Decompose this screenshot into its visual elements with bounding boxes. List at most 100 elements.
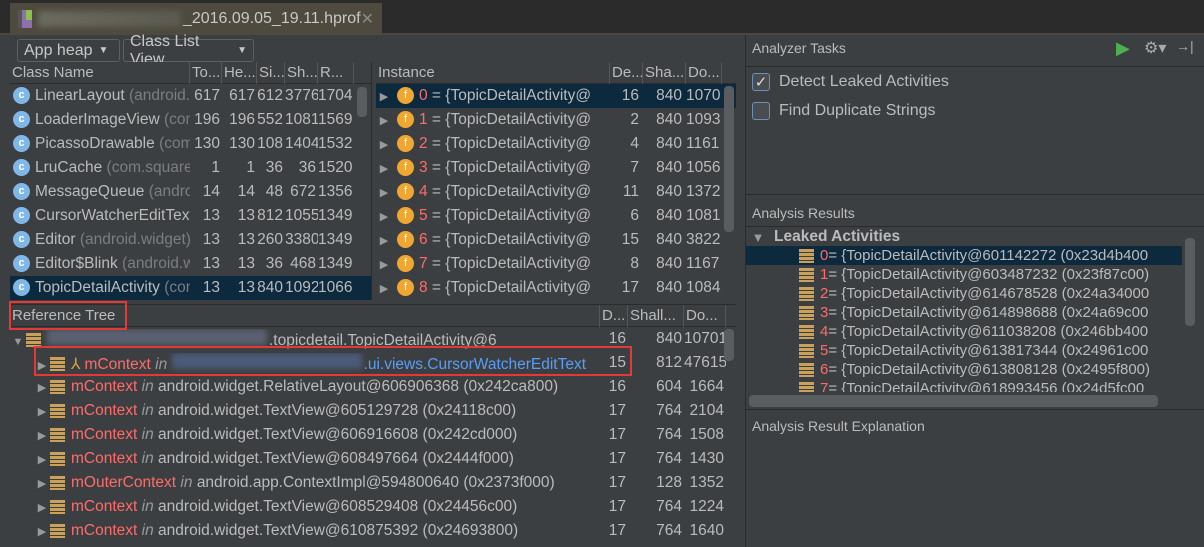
column-header[interactable]: Sh... xyxy=(285,62,318,84)
instance-name-cell: ▶ f 4 = {TopicDetailActivity@ xyxy=(376,183,610,201)
reference-row[interactable]: ▶ mContext in android.widget.TextView@605… xyxy=(10,399,736,423)
reference-row[interactable]: ▶ mContext in android.widget.TextView@608… xyxy=(10,495,736,519)
field-icon: f xyxy=(397,135,414,153)
class-row[interactable]: c Editor (android.widget) 13 13 260 3380 1349 xyxy=(10,228,371,252)
instance-row[interactable]: ▶ f 5 = {TopicDetailActivity@ 6 840 1081 xyxy=(376,204,736,228)
instance-value: 840 xyxy=(656,159,682,176)
instance-row[interactable]: ▶ f 0 = {TopicDetailActivity@ 16 840 1070 xyxy=(376,84,736,108)
referencing-object: android.widget.TextView@608497664 (0x244… xyxy=(158,450,514,467)
checkbox-checked[interactable]: ✓ xyxy=(752,72,770,91)
column-header[interactable]: Do... xyxy=(684,305,726,327)
result-label: = {TopicDetailActivity@601142272 (0x23d4… xyxy=(828,247,1149,264)
instance-index: 2 xyxy=(419,135,428,152)
class-row[interactable]: cTopicDetailActivity (com...)13138401092… xyxy=(10,276,371,300)
analysis-results-title: Analysis Results xyxy=(752,205,855,221)
column-header[interactable]: De... xyxy=(610,62,643,84)
expanded-triangle-icon[interactable]: ▼ xyxy=(750,230,766,245)
expand-triangle-icon[interactable]: ▶ xyxy=(376,282,392,295)
collapse-triangle-icon[interactable]: ▼ xyxy=(10,336,26,348)
column-header[interactable]: Instance xyxy=(376,62,610,84)
column-header[interactable]: Do... xyxy=(686,62,722,84)
chevron-down-icon: ▼ xyxy=(237,45,247,56)
class-package: (android.widget) xyxy=(128,87,190,104)
class-list-scrollbar[interactable] xyxy=(357,87,367,117)
instance-row[interactable]: ▶ f 1 = {TopicDetailActivity@ 2 840 1093 xyxy=(376,108,736,132)
instance-row[interactable]: ▶ f 3 = {TopicDetailActivity@ 7 840 1056 xyxy=(376,156,736,180)
view-select[interactable]: Class List View ▼ xyxy=(123,33,254,68)
expand-triangle-icon[interactable]: ▶ xyxy=(376,258,392,271)
expand-triangle-icon[interactable]: ▶ xyxy=(34,501,50,514)
leaked-activity-row[interactable]: 7 = {TopicDetailActivity@618993456 (0x24… xyxy=(746,379,1182,392)
reference-tree-scrollbar[interactable] xyxy=(724,329,734,361)
column-header[interactable]: To... xyxy=(190,62,222,84)
column-header[interactable]: D... xyxy=(600,305,628,327)
expand-triangle-icon[interactable]: ▶ xyxy=(376,114,392,127)
heap-select[interactable]: App heap ▼ xyxy=(17,39,120,62)
leaked-activity-row[interactable]: 2 = {TopicDetailActivity@614678528 (0x24… xyxy=(746,284,1182,303)
reference-row[interactable]: ▶ mContext in android.widget.TextView@608… xyxy=(10,447,736,471)
instance-row[interactable]: ▶ f 8 = {TopicDetailActivity@ 17 840 1084 xyxy=(376,276,736,300)
reference-row[interactable]: ▶ mContext in android.widget.TextView@610… xyxy=(10,519,736,542)
expand-triangle-icon[interactable]: ▶ xyxy=(376,234,392,247)
column-header[interactable]: R... xyxy=(318,62,354,84)
instance-row[interactable]: ▶ f 7 = {TopicDetailActivity@ 8 840 1167 xyxy=(376,252,736,276)
column-header[interactable]: Shall... xyxy=(628,305,684,327)
results-scrollbar-v[interactable] xyxy=(1185,238,1195,326)
expand-triangle-icon[interactable]: ▶ xyxy=(376,186,392,199)
leaked-activities-group[interactable]: ▼ Leaked Activities xyxy=(750,227,901,247)
checkbox-unchecked[interactable] xyxy=(752,101,770,120)
instance-value: 840 xyxy=(656,135,682,152)
instance-icon xyxy=(799,286,814,301)
expand-triangle-icon[interactable]: ▶ xyxy=(376,138,392,151)
hide-panel-icon[interactable]: →| xyxy=(1176,38,1194,54)
leaked-activity-row[interactable]: 0 = {TopicDetailActivity@601142272 (0x23… xyxy=(746,246,1182,265)
column-header[interactable]: Sha... xyxy=(643,62,686,84)
instance-scrollbar[interactable] xyxy=(724,86,734,232)
analyzer-task[interactable]: Find Duplicate Strings xyxy=(752,96,949,125)
leaked-activity-row[interactable]: 5 = {TopicDetailActivity@613817344 (0x24… xyxy=(746,341,1182,360)
class-row[interactable]: c MessageQueue (android.os) 14 14 48 6721356 xyxy=(10,180,371,204)
expand-triangle-icon[interactable]: ▶ xyxy=(376,210,392,223)
reference-row[interactable]: ▶ mContext in android.widget.RelativeLayo… xyxy=(10,375,736,399)
class-row[interactable]: c Editor$Blink (android.widget) 13 13 36 4681… xyxy=(10,252,371,276)
class-row[interactable]: c CursorWatcherEditText 13 13 812 1055 1349 xyxy=(10,204,371,228)
reference-row[interactable]: ▶ mOuterContext in android.app.ContextImp… xyxy=(10,471,736,495)
class-row[interactable]: cLruCache (com.square...)1136361520 xyxy=(10,156,371,180)
leaked-activity-row[interactable]: 6 = {TopicDetailActivity@613808128 (0x24… xyxy=(746,360,1182,379)
leaked-activity-row[interactable]: 1 = {TopicDetailActivity@603487232 (0x23… xyxy=(746,265,1182,284)
instance-row[interactable]: ▶ f 2 = {TopicDetailActivity@ 4 840 1161 xyxy=(376,132,736,156)
analyzer-task[interactable]: ✓ Detect Leaked Activities xyxy=(752,67,949,96)
results-scrollbar-h[interactable] xyxy=(749,395,1158,407)
expand-triangle-icon[interactable]: ▶ xyxy=(34,405,50,418)
column-header[interactable]: He... xyxy=(222,62,257,84)
run-icon[interactable]: ▶ xyxy=(1116,38,1130,59)
expand-triangle-icon[interactable]: ▶ xyxy=(34,381,50,394)
instance-value: 1084 xyxy=(686,279,721,296)
leaked-activity-row[interactable]: 3 = {TopicDetailActivity@614898688 (0x24… xyxy=(746,303,1182,322)
expand-triangle-icon[interactable]: ▶ xyxy=(34,525,50,538)
expand-triangle-icon[interactable]: ▶ xyxy=(34,429,50,442)
expand-triangle-icon[interactable]: ▶ xyxy=(34,453,50,466)
close-icon[interactable]: ✕ xyxy=(361,9,374,29)
class-row[interactable]: cLinearLayout (android.widget)6176176123… xyxy=(10,84,371,108)
expand-triangle-icon[interactable]: ▶ xyxy=(376,90,392,103)
instance-table: Instance De... Sha... Do... ▶ f 0 = {TopicDet… xyxy=(376,62,736,300)
field-icon xyxy=(50,379,65,394)
class-row[interactable]: cLoaderImageView (com...)196196552108115… xyxy=(10,108,371,132)
reference-row[interactable]: ▶ mContext in android.widget.TextView@606… xyxy=(10,423,736,447)
ref-value: 1508 xyxy=(689,426,724,443)
explanation-title: Analysis Result Explanation xyxy=(752,418,925,434)
instance-row[interactable]: ▶ f 6 = {TopicDetailActivity@ 15 840 3822 xyxy=(376,228,736,252)
class-row[interactable]: cPicassoDrawable (com...)130130108140415… xyxy=(10,132,371,156)
column-header[interactable]: Class Name xyxy=(10,62,190,84)
gear-icon[interactable]: ⚙▾ xyxy=(1144,38,1166,58)
class-value: 1349 xyxy=(318,255,353,272)
class-value: 672 xyxy=(290,183,316,200)
hprof-file-tab[interactable]: _2016.09.05_19.11.hprof ✕ xyxy=(10,3,382,35)
class-name: TopicDetailActivity xyxy=(35,279,160,296)
column-header[interactable]: Si... xyxy=(257,62,285,84)
expand-triangle-icon[interactable]: ▶ xyxy=(34,477,50,490)
leaked-activity-row[interactable]: 4 = {TopicDetailActivity@611038208 (0x24… xyxy=(746,322,1182,341)
instance-row[interactable]: ▶ f 4 = {TopicDetailActivity@ 11 840 1372 xyxy=(376,180,736,204)
expand-triangle-icon[interactable]: ▶ xyxy=(376,162,392,175)
